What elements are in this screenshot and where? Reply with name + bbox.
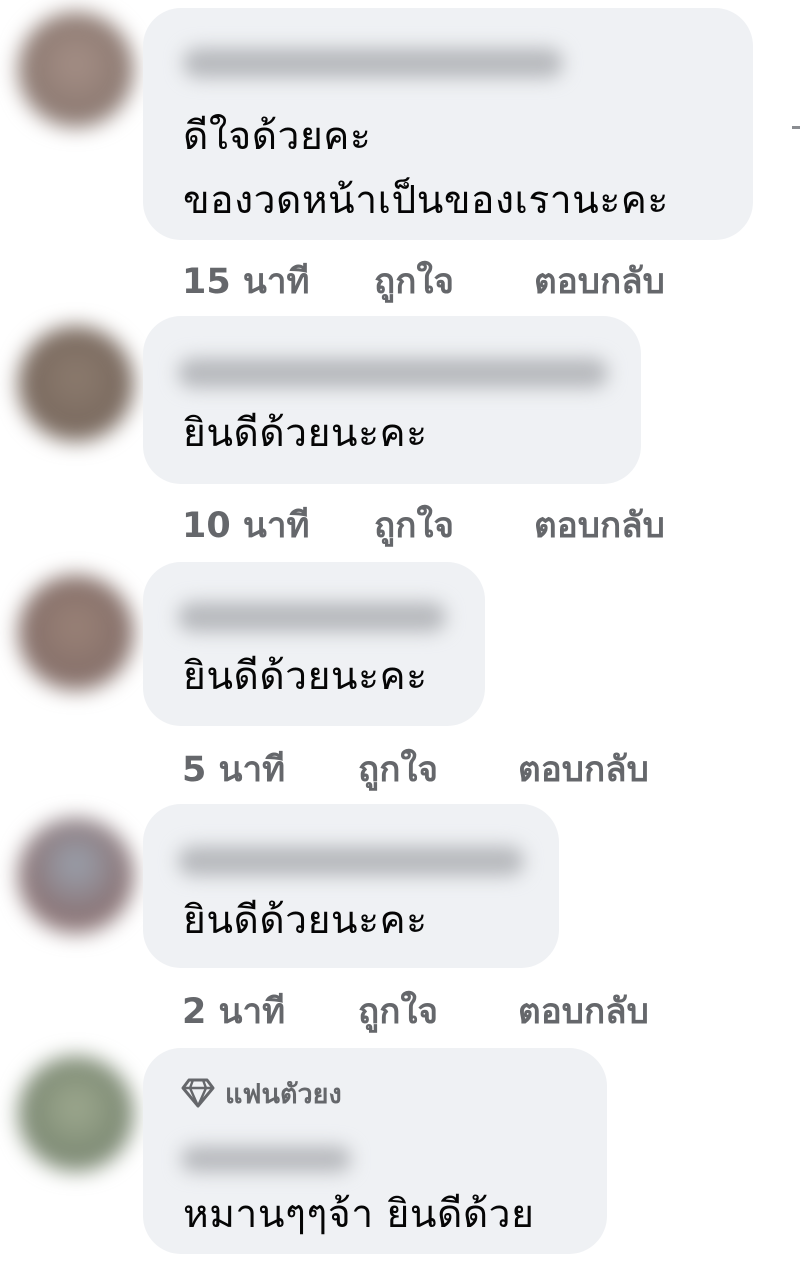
timestamp[interactable]: 2 นาที <box>182 984 285 1039</box>
diamond-icon <box>181 1078 215 1108</box>
reply-button[interactable]: ตอบกลับ <box>518 742 649 797</box>
reply-button[interactable]: ตอบกลับ <box>518 984 649 1039</box>
comment-text: ของวดหน้าเป็นของเรานะคะ <box>183 178 669 223</box>
like-button[interactable]: ถูกใจ <box>358 984 438 1039</box>
comment-bubble: ดีใจด้วยคะ ของวดหน้าเป็นของเรานะคะ <box>143 8 753 240</box>
reply-button[interactable]: ตอบกลับ <box>534 254 665 309</box>
top-fan-badge: แฟนตัวยง <box>181 1076 342 1110</box>
author-name[interactable] <box>178 358 608 388</box>
comment-text: ยินดีด้วยนะคะ <box>183 411 428 456</box>
like-button[interactable]: ถูกใจ <box>374 498 454 553</box>
author-name[interactable] <box>178 602 446 632</box>
avatar[interactable] <box>18 1056 134 1172</box>
comment-bubble: แฟนตัวยง หมานๆๆจ้า ยินดีด้วย <box>143 1048 607 1254</box>
reply-button[interactable]: ตอบกลับ <box>534 498 665 553</box>
author-name[interactable] <box>178 846 524 876</box>
comment-text: ยินดีด้วยนะคะ <box>183 654 428 699</box>
comment-bubble: ยินดีด้วยนะคะ <box>143 562 485 726</box>
comment-text: ยินดีด้วยนะคะ <box>183 898 428 943</box>
avatar[interactable] <box>18 818 134 934</box>
badge-label: แฟนตัวยง <box>225 1078 342 1110</box>
truncated-icon <box>792 126 800 135</box>
like-button[interactable]: ถูกใจ <box>374 254 454 309</box>
timestamp[interactable]: 5 นาที <box>182 742 285 797</box>
author-name[interactable] <box>181 1146 351 1172</box>
timestamp[interactable]: 15 นาที <box>182 254 310 309</box>
avatar[interactable] <box>18 575 134 691</box>
comment-text: ดีใจด้วยคะ <box>183 114 372 159</box>
author-name[interactable] <box>183 48 563 78</box>
comment-text: หมานๆๆจ้า ยินดีด้วย <box>183 1192 535 1237</box>
comment-bubble: ยินดีด้วยนะคะ <box>143 316 641 484</box>
avatar[interactable] <box>18 12 134 128</box>
like-button[interactable]: ถูกใจ <box>358 742 438 797</box>
avatar[interactable] <box>18 326 134 442</box>
timestamp[interactable]: 10 นาที <box>182 498 310 553</box>
comment-bubble: ยินดีด้วยนะคะ <box>143 804 559 968</box>
